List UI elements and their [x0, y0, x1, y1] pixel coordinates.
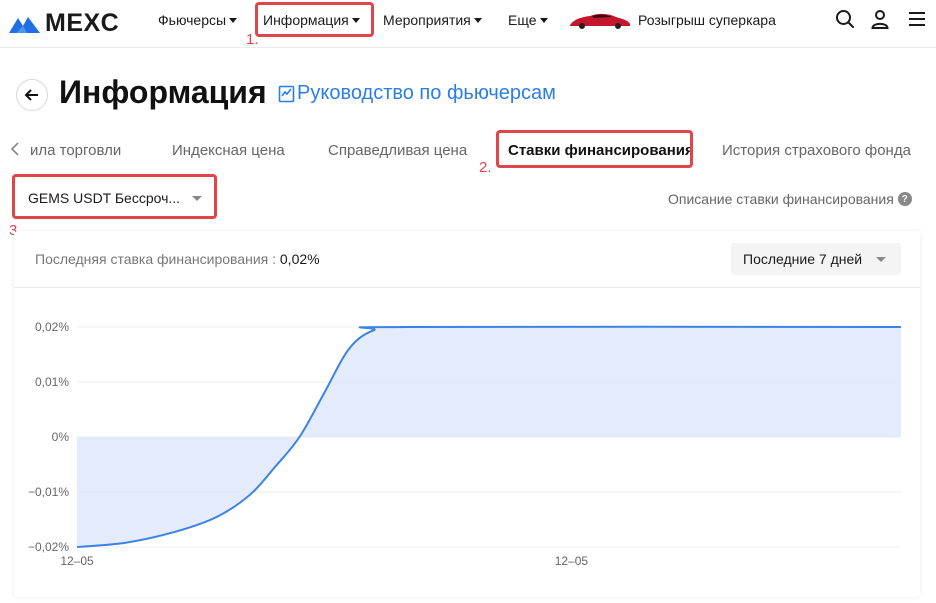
- card-divider: [14, 287, 920, 288]
- annotation-box-3: [12, 174, 217, 219]
- chevron-down-icon: [229, 17, 238, 23]
- chevron-down-icon: [473, 17, 482, 23]
- tab-insurance-fund-history[interactable]: История страхового фонда: [722, 142, 911, 159]
- arrow-left-icon: [24, 89, 38, 101]
- back-button[interactable]: [16, 79, 48, 111]
- supercar-icon[interactable]: [568, 10, 632, 30]
- nav-futures-label: Фьючерсы: [158, 12, 227, 28]
- mexc-logo-icon: [9, 16, 40, 33]
- last-funding-rate: Последняя ставка финансирования : 0,02%: [35, 251, 320, 267]
- user-icon[interactable]: [870, 9, 890, 29]
- funding-description-label: Описание ставки финансирования: [668, 191, 894, 207]
- search-icon[interactable]: [835, 9, 855, 29]
- chevron-down-icon: [876, 256, 887, 262]
- nav-more-label: Еще: [508, 12, 537, 28]
- chevron-left-icon[interactable]: [10, 141, 20, 157]
- annotation-number-2: 2.: [479, 159, 492, 176]
- menu-icon[interactable]: [908, 9, 926, 29]
- guide-book-icon: [278, 85, 295, 102]
- last-funding-rate-label: Последняя ставка финансирования :: [35, 251, 276, 267]
- period-select-value: Последние 7 дней: [743, 251, 863, 267]
- logo-wordmark: MEXC: [45, 9, 120, 37]
- nav-events-label: Мероприятия: [383, 12, 471, 28]
- nav-futures[interactable]: Фьючерсы: [158, 12, 238, 28]
- period-select[interactable]: Последние 7 дней: [731, 243, 901, 275]
- tab-index-price[interactable]: Индексная цена: [172, 142, 285, 159]
- page-title: Информация: [59, 74, 267, 110]
- funding-rate-card: [14, 231, 920, 597]
- nav-events[interactable]: Мероприятия: [383, 12, 482, 28]
- annotation-number-1: 1.: [246, 31, 259, 48]
- funding-description-link[interactable]: Описание ставки финансирования ?: [668, 191, 912, 207]
- annotation-box-1: [255, 2, 374, 37]
- promo-link[interactable]: Розыгрыш суперкара: [638, 12, 776, 28]
- top-navigation: MEXC Фьючерсы Информация Мероприятия Еще…: [0, 0, 936, 48]
- nav-more[interactable]: Еще: [508, 12, 548, 28]
- chevron-down-icon: [539, 17, 548, 23]
- tab-trading-rules[interactable]: ила торговли: [30, 142, 121, 159]
- last-funding-rate-value: 0,02%: [279, 251, 320, 267]
- annotation-box-2: [496, 130, 693, 168]
- futures-guide-label: Руководство по фьючерсам: [297, 82, 556, 104]
- help-icon: ?: [897, 192, 912, 206]
- mexc-logo[interactable]: MEXC: [8, 9, 119, 38]
- futures-guide-link[interactable]: Руководство по фьючерсам: [278, 82, 556, 105]
- tab-fair-price[interactable]: Справедливая цена: [328, 142, 467, 159]
